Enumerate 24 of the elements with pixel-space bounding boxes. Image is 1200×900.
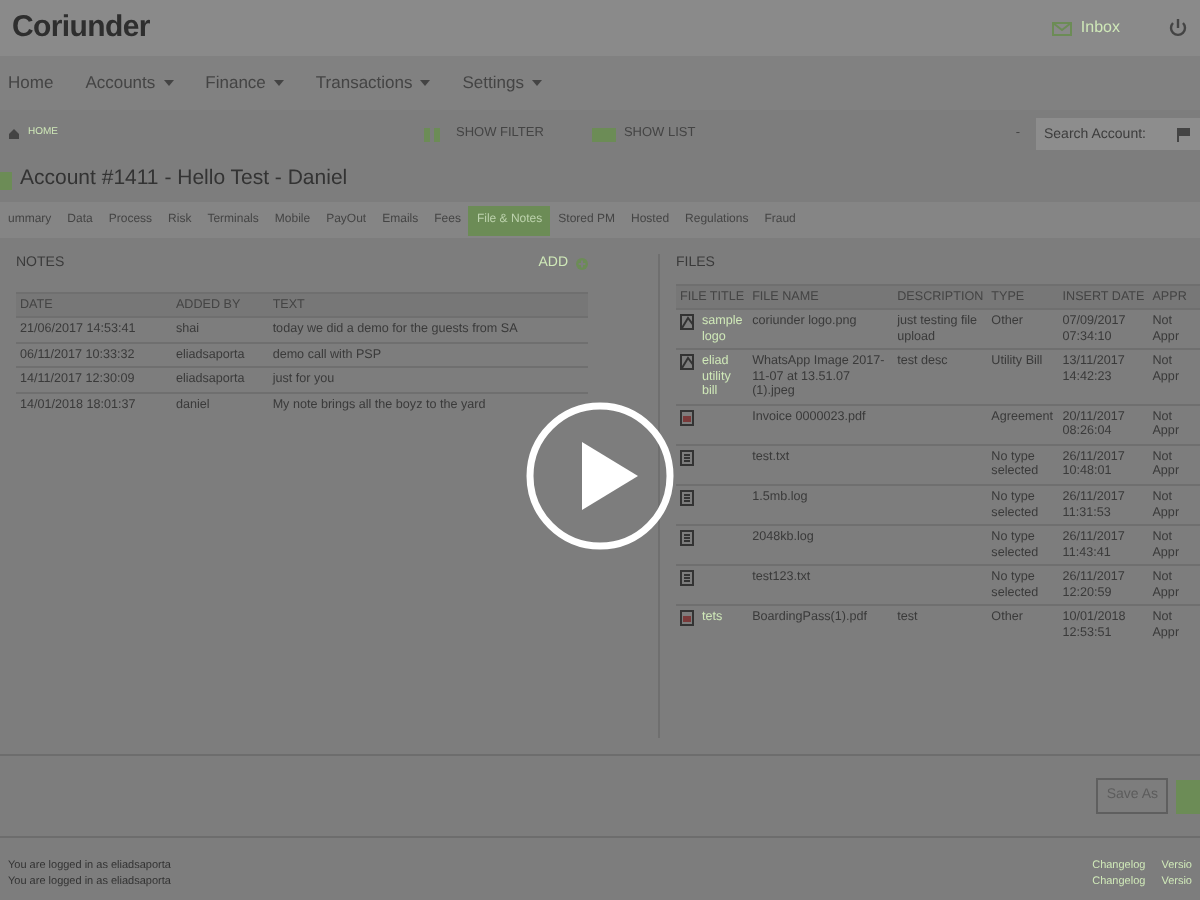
menu-dropdown[interactable]: Settings [462,70,542,96]
text-file-icon [680,489,694,506]
text-file-icon [680,570,694,587]
menu-item[interactable]: Home [8,70,54,96]
plus-icon [576,258,588,271]
power-icon[interactable] [1168,18,1188,38]
menu-dropdown[interactable]: Accounts [85,70,174,96]
text-file-icon [680,449,694,466]
pdf-file-icon [680,409,694,426]
image-file-icon [680,354,694,371]
status-marker [0,171,12,189]
logo-text: Coriunder [12,7,150,48]
account-title: Account #1411 - Hello Test - Daniel [20,164,348,195]
play-icon[interactable] [526,402,674,550]
image-file-icon [680,314,694,331]
columns-icon [424,127,440,141]
inbox-link[interactable]: Inbox [1052,16,1120,40]
pdf-file-icon [680,610,694,627]
home-icon [8,128,20,140]
menu-dropdown[interactable]: Transactions [315,70,431,96]
text-file-icon [680,530,694,547]
list-icon [591,127,616,141]
mail-icon [1052,19,1073,37]
menu-dropdown[interactable]: Finance [205,70,284,96]
